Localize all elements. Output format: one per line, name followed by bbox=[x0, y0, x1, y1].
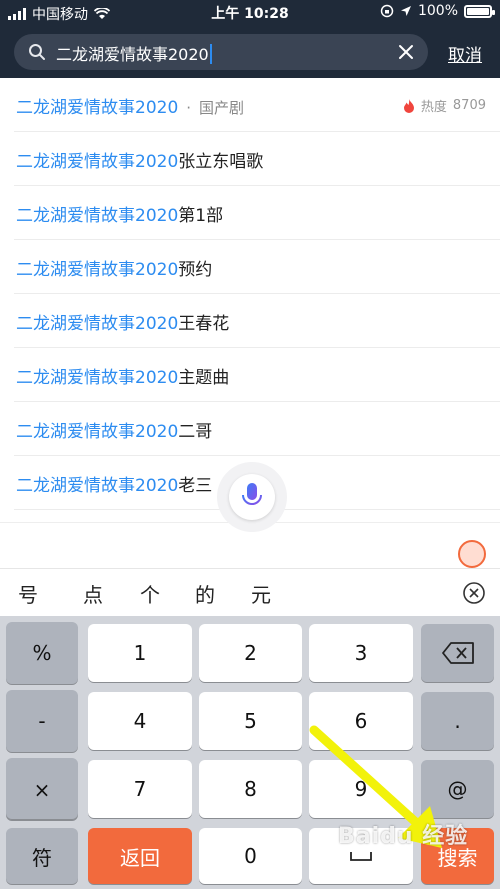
candidate-word[interactable]: 号 bbox=[18, 579, 38, 608]
heat-indicator: 热度 8709 bbox=[403, 96, 486, 115]
suggestion-rest: 二哥 bbox=[178, 422, 213, 442]
baidu-watermark: Baidu 经验 bbox=[338, 824, 469, 849]
suggestion-highlight: 二龙湖爱情故事2020 bbox=[16, 206, 179, 226]
suggestion-text: 二龙湖爱情故事2020第1部 bbox=[16, 201, 223, 226]
suggestion-text: 二龙湖爱情故事2020张立东唱歌 bbox=[16, 147, 263, 172]
key-percent[interactable]: % bbox=[6, 622, 78, 684]
key-0[interactable]: 0 bbox=[199, 828, 302, 884]
suggestion-item[interactable]: 二龙湖爱情故事2020 · 国产剧 热度 8709 bbox=[14, 78, 500, 132]
key-5[interactable]: 5 bbox=[199, 692, 302, 750]
key-8[interactable]: 8 bbox=[199, 760, 302, 818]
microphone-icon bbox=[242, 483, 262, 510]
key-4[interactable]: 4 bbox=[88, 692, 192, 750]
suggestion-item[interactable]: 二龙湖爱情故事2020张立东唱歌 bbox=[14, 132, 500, 186]
suggestion-highlight: 二龙湖爱情故事2020 bbox=[16, 314, 179, 334]
location-icon bbox=[400, 6, 411, 16]
lock-rotation-icon bbox=[380, 4, 394, 18]
suggestion-text: 二龙湖爱情故事2020主题曲 bbox=[16, 363, 229, 388]
key-symbols[interactable]: 符 bbox=[6, 828, 78, 884]
suggestion-item[interactable]: 二龙湖爱情故事2020二哥 bbox=[14, 402, 500, 456]
mascot-avatar-icon[interactable] bbox=[458, 540, 486, 568]
suggestion-rest: 王春花 bbox=[178, 314, 230, 334]
suggestion-rest: 主题曲 bbox=[178, 368, 230, 388]
candidate-word[interactable]: 点 bbox=[83, 579, 103, 608]
category-tag-label: 国产剧 bbox=[199, 99, 245, 117]
suggestion-text: 二龙湖爱情故事2020二哥 bbox=[16, 417, 212, 442]
clear-icon[interactable] bbox=[396, 42, 416, 62]
search-input[interactable]: 二龙湖爱情故事2020 bbox=[14, 34, 428, 70]
backspace-key[interactable] bbox=[421, 624, 494, 682]
heat-label: 热度 bbox=[420, 100, 447, 115]
search-query-text: 二龙湖爱情故事2020 bbox=[56, 41, 212, 65]
candidate-bar: 号 点 个 的 元 bbox=[0, 568, 500, 616]
status-bar: 中国移动 上午 10:28 100% bbox=[0, 0, 500, 26]
battery-icon bbox=[464, 4, 495, 18]
key-2[interactable]: 2 bbox=[199, 624, 302, 682]
search-header: 二龙湖爱情故事2020 取消 bbox=[0, 26, 500, 78]
suggestion-item[interactable]: 二龙湖爱情故事2020王春花 bbox=[14, 294, 500, 348]
suggestion-item[interactable]: 二龙湖爱情故事2020第1部 bbox=[14, 186, 500, 240]
suggestion-text: 二龙湖爱情故事2020预约 bbox=[16, 255, 212, 280]
suggestion-text: 二龙湖爱情故事2020老三 bbox=[16, 471, 212, 496]
suggestion-highlight: 二龙湖爱情故事2020 bbox=[16, 476, 179, 496]
suggestion-highlight: 二龙湖爱情故事2020 bbox=[16, 260, 179, 280]
flame-icon bbox=[403, 98, 414, 113]
candidate-word[interactable]: 个 bbox=[140, 579, 160, 608]
key-7[interactable]: 7 bbox=[88, 760, 192, 818]
backspace-icon bbox=[441, 642, 474, 664]
suggestion-list: 二龙湖爱情故事2020 · 国产剧 热度 8709 二龙湖爱情故事2020张立东唱歌… bbox=[0, 78, 500, 510]
key-1[interactable]: 1 bbox=[88, 624, 192, 682]
back-button[interactable]: 返回 bbox=[88, 828, 192, 884]
voice-input-wrap bbox=[217, 462, 287, 532]
search-query: 二龙湖爱情故事2020 bbox=[56, 45, 209, 64]
category-tag: · 国产剧 bbox=[186, 99, 245, 117]
suggestion-highlight: 二龙湖爱情故事2020 bbox=[16, 422, 179, 442]
suggestion-rest: 预约 bbox=[178, 260, 213, 280]
candidate-word[interactable]: 元 bbox=[251, 579, 271, 608]
suggestion-item[interactable]: 二龙湖爱情故事2020主题曲 bbox=[14, 348, 500, 402]
key-3[interactable]: 3 bbox=[309, 624, 413, 682]
candidate-word[interactable]: 的 bbox=[195, 579, 215, 608]
key-times[interactable]: × bbox=[6, 761, 78, 819]
suggestion-rest: 老三 bbox=[178, 476, 213, 496]
suggestion-highlight: 二龙湖爱情故事2020 bbox=[16, 98, 179, 118]
suggestion-highlight: 二龙湖爱情故事2020 bbox=[16, 152, 179, 172]
suggestion-text: 二龙湖爱情故事2020 · 国产剧 bbox=[16, 93, 244, 118]
suggestion-text: 二龙湖爱情故事2020王春花 bbox=[16, 309, 229, 334]
text-caret bbox=[209, 44, 212, 64]
cancel-button[interactable]: 取消 bbox=[448, 41, 482, 66]
suggestion-item[interactable]: 二龙湖爱情故事2020预约 bbox=[14, 240, 500, 294]
heat-value: 8709 bbox=[452, 98, 486, 113]
status-right: 100% bbox=[380, 3, 495, 19]
suggestion-rest: 第1部 bbox=[178, 206, 224, 226]
suggestion-highlight: 二龙湖爱情故事2020 bbox=[16, 368, 179, 388]
voice-input-button[interactable] bbox=[229, 474, 275, 520]
battery-percent: 100% bbox=[417, 3, 458, 19]
suggestion-rest: 张立东唱歌 bbox=[178, 152, 264, 172]
search-icon bbox=[29, 44, 45, 60]
close-circle-icon[interactable] bbox=[462, 581, 486, 605]
key-minus[interactable]: - bbox=[6, 690, 78, 752]
